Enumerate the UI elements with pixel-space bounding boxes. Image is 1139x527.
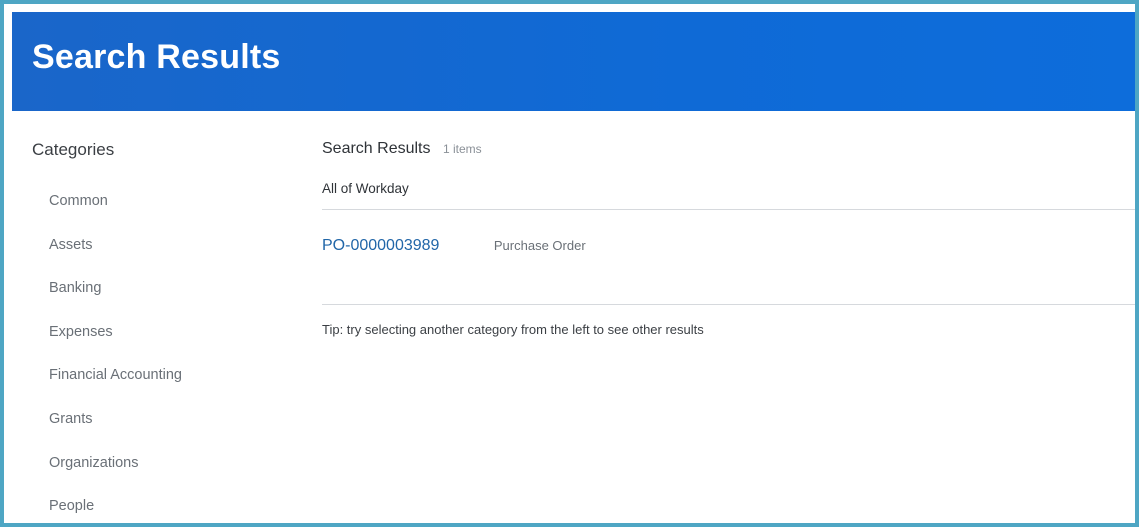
screenshot-frame: Search Results Categories Common Assets … (0, 0, 1139, 527)
category-item-organizations[interactable]: Organizations (49, 453, 182, 497)
category-item-expenses[interactable]: Expenses (49, 322, 182, 366)
divider (322, 304, 1135, 305)
results-title: Search Results (322, 140, 431, 157)
category-item-assets[interactable]: Assets (49, 235, 182, 279)
categories-sidebar: Categories Common Assets Banking Expense… (12, 111, 292, 523)
tip-text: Tip: try selecting another category from… (322, 322, 704, 337)
categories-heading: Categories (32, 140, 115, 159)
results-panel: Search Results 1 items All of Workday PO… (322, 111, 1135, 523)
category-item-common[interactable]: Common (49, 191, 182, 235)
results-count: 1 items (442, 142, 482, 156)
category-list: Common Assets Banking Expenses Financial… (49, 191, 182, 523)
page-header: Search Results (12, 12, 1135, 111)
result-link[interactable]: PO-0000003989 (322, 237, 439, 254)
results-header: Search Results 1 items (322, 140, 482, 158)
search-scope-label: All of Workday (322, 181, 409, 196)
category-item-grants[interactable]: Grants (49, 409, 182, 453)
page-title: Search Results (32, 38, 281, 76)
category-item-people[interactable]: People (49, 496, 182, 523)
category-item-financial-accounting[interactable]: Financial Accounting (49, 365, 182, 409)
result-row: PO-0000003989 Purchase Order (322, 237, 586, 255)
result-type: Purchase Order (493, 238, 586, 253)
divider (322, 209, 1135, 210)
category-item-banking[interactable]: Banking (49, 278, 182, 322)
